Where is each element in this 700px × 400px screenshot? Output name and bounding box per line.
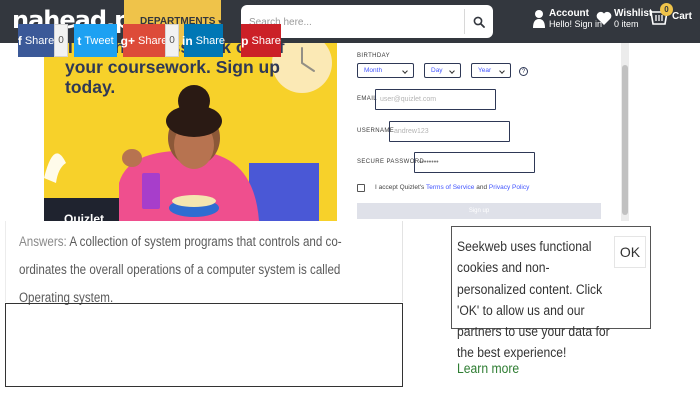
wishlist-link[interactable]: Wishlist 0 item [596,8,652,29]
linkedin-icon: in [181,33,193,48]
cookie-notice-text: Seekweb uses functional cookies and non-… [457,239,610,361]
search-divider [464,9,465,34]
pinterest-icon: p [241,33,249,48]
ad-brand: Quizlet [64,212,105,221]
linkedin-share-button[interactable]: in Share [181,24,226,57]
birth-month-select[interactable]: Month [357,63,414,78]
google-plus-icon: g+ [120,33,135,48]
terms-text: I accept Quizlet's Terms of Service and … [375,184,529,191]
twitter-tweet-button[interactable]: t Tweet [74,24,117,57]
birth-year-select[interactable]: Year [471,63,511,78]
user-icon [533,9,545,28]
username-field[interactable]: andrew123 [389,121,510,142]
google-plus-share-count: 0 [165,24,179,57]
learn-more-link[interactable]: Learn more [457,361,519,376]
cart-link[interactable]: 0 Cart [650,3,693,26]
terms-prefix: I accept Quizlet's [375,184,425,191]
terms-of-service-link[interactable]: Terms of Service [426,184,474,191]
answer-text-block: Answers: A collection of system programs… [19,228,389,312]
search-button[interactable] [467,8,491,35]
birth-day-select[interactable]: Day [424,63,461,78]
wishlist-subtitle: 0 item [614,19,639,29]
cart-count-badge: 0 [660,3,673,16]
email-field[interactable]: user@quizlet.com [375,89,496,110]
scrollbar-thumb[interactable] [622,65,628,215]
chevron-down-icon [402,68,408,74]
tweet-label: Tweet [84,34,114,47]
answer-panel: Answers: A collection of system programs… [5,221,403,305]
terms-and: and [476,184,488,191]
facebook-share-button[interactable]: f Share [18,24,54,57]
facebook-share-label: Share [24,34,55,47]
ad-scrollbar[interactable] [621,43,629,221]
help-icon[interactable]: ? [519,67,528,76]
password-field[interactable]: •••••••• [414,152,535,173]
heart-icon [596,11,612,25]
google-plus-share-button[interactable]: g+ Share [120,24,168,57]
google-plus-share-label: Share [138,34,168,47]
account-link[interactable]: Account Hello! Sign in [533,8,602,29]
share-bar [5,303,403,387]
facebook-icon: f [17,33,22,48]
facebook-share-count: 0 [54,24,68,57]
pinterest-share-label: Share [251,34,281,47]
email-label: EMAIL [357,96,378,102]
terms-checkbox[interactable] [357,184,365,192]
chevron-down-icon [449,68,455,74]
birthday-label: BIRTHDAY [357,53,390,59]
signup-button[interactable]: Sign up [357,203,601,219]
account-subtitle: Hello! Sign in [549,19,603,29]
search-icon [473,16,485,28]
chevron-down-icon [499,68,505,74]
answer-label: Answers: [19,234,67,249]
wishlist-title: Wishlist [614,8,653,19]
account-title: Account [549,8,589,19]
cookie-ok-button[interactable]: OK [614,236,646,268]
twitter-icon: t [77,33,82,48]
birth-year-value: Year [478,67,492,74]
linkedin-share-label: Share [195,34,226,47]
answer-text: A collection of system programs that con… [19,234,342,305]
birth-day-value: Day [431,67,443,74]
pinterest-share-button[interactable]: p Share [241,24,281,57]
birth-month-value: Month [364,67,383,74]
quizlet-ad-image[interactable]: Take the guesswork out of your coursewor… [44,43,337,221]
cart-label: Cart [672,10,693,22]
privacy-policy-link[interactable]: Privacy Policy [489,184,529,191]
